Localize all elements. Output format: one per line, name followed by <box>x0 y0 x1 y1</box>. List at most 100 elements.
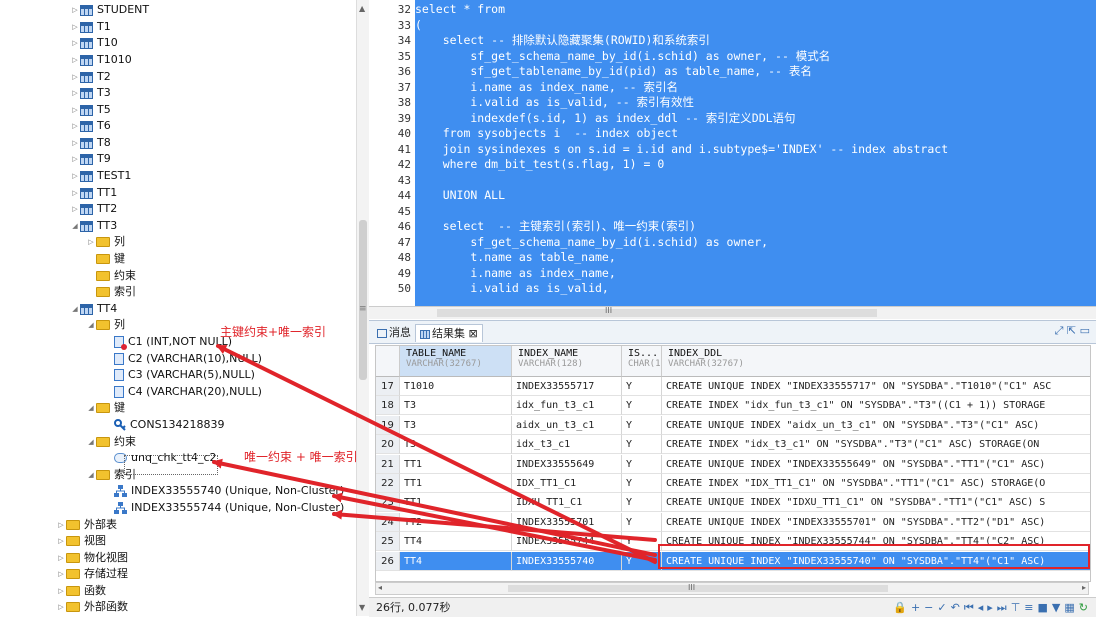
table-cell[interactable]: INDEX33555717 <box>512 377 622 396</box>
tree-node[interactable]: 键 <box>86 251 125 267</box>
column-header[interactable]: INDEX_NAME VARCHAR(128) <box>512 346 622 377</box>
table-cell[interactable]: CREATE UNIQUE INDEX "aidx_un_t3_c1" ON "… <box>662 416 1090 435</box>
stop-icon[interactable]: ■ <box>1038 601 1052 614</box>
object-tree[interactable]: ▷ STUDENT ▷ T1 ▷ T10 ▷ T1010 ▷ T2 ▷ T3 ▷ T5 ▷ T6 ▷ T8 ▷ T9 ▷… <box>0 0 356 616</box>
table-row[interactable]: 19 T3 aidx_un_t3_c1 Y CREATE UNIQUE INDEX "a… <box>376 415 1090 435</box>
tree-node[interactable]: ▷ 外部表 <box>56 517 117 533</box>
tree-node[interactable]: INDEX33555744 (Unique, Non-Cluster) <box>104 500 344 516</box>
tree-node[interactable]: ▷ T8 <box>70 135 110 151</box>
table-cell[interactable]: Y <box>622 532 662 552</box>
add-row-icon[interactable]: + <box>911 601 924 614</box>
table-cell[interactable]: T3 <box>400 415 512 435</box>
code-line[interactable]: sf_get_schema_name_by_id(i.schid) as own… <box>415 49 830 65</box>
tree-node[interactable]: ▷ TEST1 <box>70 168 131 184</box>
table-row[interactable]: 21 TT1 INDEX33555649 Y CREATE UNIQUE INDEX "… <box>376 454 1090 474</box>
collapsed-icon[interactable]: ▷ <box>56 517 66 533</box>
table-cell[interactable]: CREATE INDEX "idx_t3_c1" ON "SYSDBA"."T3… <box>662 435 1090 455</box>
table-row[interactable]: 24 TT2 INDEX33555701 Y CREATE UNIQUE INDEX "… <box>376 512 1090 532</box>
tree-node[interactable]: C3 (VARCHAR(5),NULL) <box>104 367 255 383</box>
table-cell[interactable]: Y <box>622 415 662 435</box>
code-line[interactable]: where dm_bit_test(s.flag, 1) = 0 <box>415 157 665 173</box>
expanded-icon[interactable]: ◢ <box>86 400 96 416</box>
row-number[interactable]: 23 <box>376 493 400 513</box>
table-row[interactable]: 25 TT4 INDEX33555744 Y CREATE UNIQUE INDEX "… <box>376 532 1090 552</box>
table-cell[interactable]: Y <box>622 454 662 474</box>
tree-node[interactable]: C4 (VARCHAR(20),NULL) <box>104 384 262 400</box>
table-cell[interactable]: INDEX33555649 <box>512 454 622 474</box>
filter-icon[interactable]: ▼ <box>1052 601 1064 614</box>
table-cell[interactable]: Y <box>622 493 662 513</box>
row-number[interactable]: 21 <box>376 454 400 474</box>
tree-node[interactable]: ▷ 外部函数 <box>56 599 128 615</box>
table-cell[interactable]: Y <box>622 551 662 571</box>
collapsed-icon[interactable]: ▷ <box>56 599 66 615</box>
collapsed-icon[interactable]: ▷ <box>70 135 80 151</box>
tree-node[interactable]: ◢ 约束 <box>86 434 136 450</box>
tree-node[interactable]: C2 (VARCHAR(10),NULL) <box>104 351 262 367</box>
tree-node[interactable]: ◢ TT4 <box>70 301 117 317</box>
code-line[interactable]: from sysobjects i -- index object <box>415 126 678 142</box>
table-cell[interactable]: aidx_un_t3_c1 <box>512 415 622 435</box>
code-line[interactable]: sf_get_tablename_by_id(pid) as table_nam… <box>415 64 812 80</box>
editor-hscrollbar[interactable]: III <box>369 306 1096 319</box>
table-cell[interactable]: CREATE INDEX "idx_fun_t3_c1" ON "SYSDBA"… <box>662 396 1090 416</box>
collapsed-icon[interactable]: ▷ <box>70 35 80 51</box>
pin-icon[interactable]: ⇱ <box>1067 324 1076 337</box>
last-page-icon[interactable]: ⏭ <box>997 601 1011 614</box>
tree-scroll-thumb[interactable] <box>359 220 367 380</box>
table-cell[interactable]: INDEX33555701 <box>512 512 622 532</box>
table-cell[interactable]: T1010 <box>400 377 512 396</box>
table-row[interactable]: 17 T1010 INDEX33555717 Y CREATE UNIQUE INDEX… <box>376 377 1090 396</box>
table-cell[interactable]: TT1 <box>400 493 512 513</box>
code-line[interactable]: t.name as table_name, <box>415 250 615 266</box>
collapsed-icon[interactable]: ▷ <box>70 52 80 68</box>
code-line[interactable]: join sysindexes s on s.id = i.id and i.s… <box>415 142 948 158</box>
tree-node[interactable]: ◢ 键 <box>86 400 125 416</box>
table-cell[interactable]: idx_t3_c1 <box>512 435 622 455</box>
expanded-icon[interactable]: ◢ <box>86 317 96 333</box>
delete-row-icon[interactable]: − <box>924 601 937 614</box>
tree-node[interactable]: ◢ TT3 <box>70 218 117 234</box>
code-line[interactable]: select -- 排除默认隐藏聚集(ROWID)和系统索引 <box>415 33 710 49</box>
table-cell[interactable]: TT1 <box>400 474 512 493</box>
table-cell[interactable]: CREATE UNIQUE INDEX "INDEX33555740" ON "… <box>662 551 1090 571</box>
tree-node[interactable]: ▷ 函数 <box>56 583 106 599</box>
table-row[interactable]: 23 TT1 IDXU_TT1_C1 Y CREATE UNIQUE INDEX "ID… <box>376 493 1090 513</box>
tree-node[interactable]: ◢ 列 <box>86 317 125 333</box>
tree-node[interactable]: ▷ 存储过程 <box>56 566 128 582</box>
lock-icon[interactable]: 🔒 <box>893 601 911 614</box>
editor-hscroll-thumb[interactable] <box>437 309 877 317</box>
expanded-icon[interactable]: ◢ <box>70 301 80 317</box>
expanded-icon[interactable]: ◢ <box>70 218 80 234</box>
first-page-icon[interactable]: ⏮ <box>964 601 978 614</box>
row-number[interactable]: 19 <box>376 415 400 435</box>
code-line[interactable]: i.valid as is_valid, <box>415 281 609 297</box>
collapsed-icon[interactable]: ▷ <box>56 533 66 549</box>
collapsed-icon[interactable]: ▷ <box>56 566 66 582</box>
tree-node[interactable]: ▷ T5 <box>70 102 110 118</box>
row-number[interactable]: 17 <box>376 377 400 396</box>
expanded-icon[interactable]: ◢ <box>86 434 96 450</box>
collapsed-icon[interactable]: ▷ <box>56 583 66 599</box>
tree-node[interactable]: ▷ T1010 <box>70 52 131 68</box>
export-icon[interactable]: ▦ <box>1064 601 1078 614</box>
tree-node[interactable]: ▷ T1 <box>70 19 110 35</box>
commit-icon[interactable]: ✓ <box>937 601 950 614</box>
minimize-icon[interactable]: ▭ <box>1080 324 1090 337</box>
collapsed-icon[interactable]: ▷ <box>86 234 96 250</box>
tree-node[interactable]: ▷ T3 <box>70 85 110 101</box>
code-line[interactable]: indexdef(s.id, 1) as index_ddl -- 索引定义DD… <box>415 111 795 127</box>
expanded-icon[interactable]: ◢ <box>86 467 96 483</box>
tree-node[interactable]: ▷ T6 <box>70 118 110 134</box>
code-line[interactable]: i.valid as is_valid, -- 索引有效性 <box>415 95 694 111</box>
tree-node[interactable]: ▷ 列 <box>86 234 125 250</box>
table-row[interactable]: 22 TT1 IDX_TT1_C1 Y CREATE INDEX "IDX_TT1_C1… <box>376 474 1090 493</box>
next-page-icon[interactable]: ▸ <box>987 601 997 614</box>
result-grid[interactable]: TABLE_NAME VARCHAR(32767) INDEX_NAME VARCHA… <box>375 345 1091 582</box>
table-cell[interactable]: Y <box>622 474 662 493</box>
tree-node[interactable]: 索引 <box>86 284 136 300</box>
collapsed-icon[interactable]: ▷ <box>70 118 80 134</box>
grid-corner[interactable] <box>376 346 400 377</box>
collapsed-icon[interactable]: ▷ <box>70 168 80 184</box>
row-number[interactable]: 25 <box>376 532 400 552</box>
